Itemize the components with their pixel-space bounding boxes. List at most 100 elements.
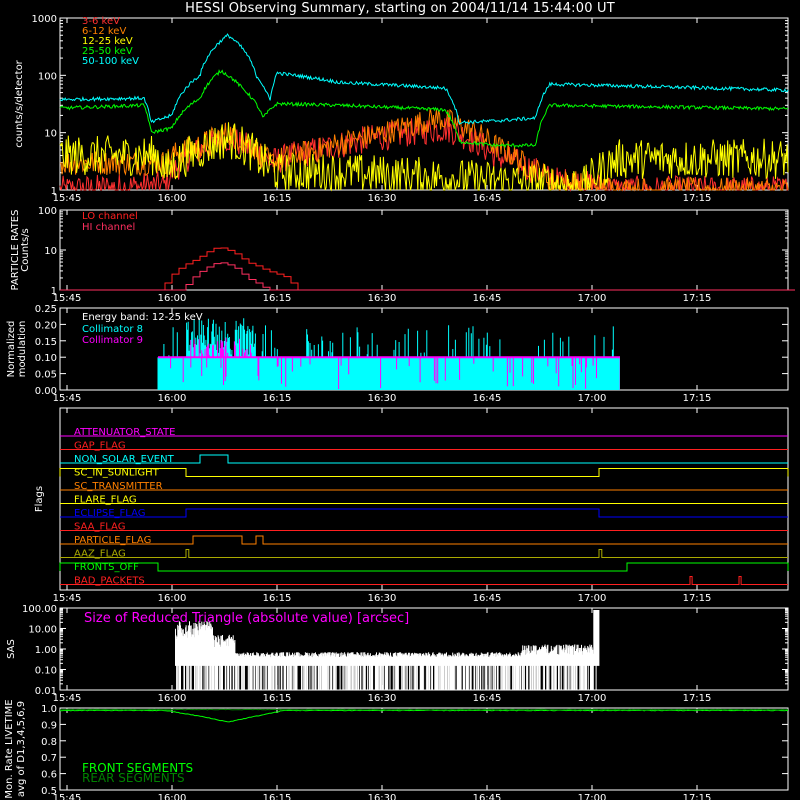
y-tick-label: 1.0 (41, 704, 57, 715)
y-axis-label: counts/s/detector (14, 59, 25, 147)
x-tick-label: 17:00 (578, 793, 607, 800)
legend-entry: REAR SEGMENTS (82, 771, 185, 785)
flag-label: SC_TRANSMITTER (74, 481, 163, 492)
series-line-50-100-kev (59, 33, 789, 125)
flag-line-aaz-flag (60, 549, 788, 558)
x-tick-label: 17:00 (578, 293, 607, 304)
sas-panel: 15:45 16:00 16:15 16:30 16:45 17:00 17:150.010… (6, 604, 789, 704)
x-tick-label: 16:00 (158, 693, 187, 704)
y-axis-label-2: Counts/s (20, 228, 31, 272)
flag-label: GAP_FLAG (74, 441, 126, 452)
x-tick-label: 16:00 (158, 593, 187, 604)
x-tick-label: 17:15 (683, 393, 712, 404)
x-tick-label: 16:45 (473, 193, 502, 204)
x-tick-label: 17:15 (683, 293, 712, 304)
sas-annotation: Size of Reduced Triangle (absolute value… (84, 611, 409, 626)
series-line-rear-segments (60, 708, 789, 711)
x-tick-label: 17:15 (683, 593, 712, 604)
livetime-panel: 15:45 16:00 16:15 16:30 16:45 17:00 17:150.50.… (4, 699, 789, 800)
x-tick-label: 16:30 (368, 593, 397, 604)
x-tick-label: 16:00 (158, 793, 187, 800)
legend-entry: LO channel (82, 211, 138, 222)
modulation-annotation: Energy band: 12-25 keV (82, 312, 203, 323)
counts-panel: 15:45 16:00 16:15 16:30 16:45 17:00 17:1511010… (14, 14, 789, 204)
x-tick-label: 16:30 (368, 193, 397, 204)
x-tick-label: 16:00 (158, 293, 187, 304)
flag-label: BAD_PACKETS (74, 576, 145, 587)
y-tick-label: 0.5 (41, 786, 57, 797)
x-tick-label: 15:45 (53, 593, 82, 604)
y-axis-label: Flags (34, 486, 45, 512)
x-tick-label: 16:30 (368, 793, 397, 800)
x-tick-label: 16:45 (473, 393, 502, 404)
y-tick-label: 100 (38, 206, 57, 217)
flag-label: PARTICLE_FLAG (74, 535, 151, 546)
flag-label: FRONTS_OFF (74, 562, 139, 573)
x-tick-label: 16:15 (263, 393, 292, 404)
flag-label: NON_SOLAR_EVENT (74, 454, 175, 465)
x-tick-label: 17:00 (578, 193, 607, 204)
y-tick-label: 100.00 (22, 604, 57, 615)
particle-panel: 15:45 16:00 16:15 16:30 16:45 17:00 17:1511010… (10, 206, 795, 304)
y-tick-label: 10 (44, 129, 57, 140)
y-tick-label: 1000 (32, 14, 57, 25)
collimator-8-bars (157, 318, 620, 390)
y-axis-label: Normalized (6, 321, 17, 378)
y-tick-label: 100 (38, 71, 57, 82)
x-tick-label: 16:15 (263, 293, 292, 304)
x-tick-label: 16:30 (368, 393, 397, 404)
x-tick-label: 16:15 (263, 193, 292, 204)
y-tick-label: 10 (44, 246, 57, 257)
x-tick-label: 17:00 (578, 693, 607, 704)
y-tick-label: 10.00 (28, 625, 57, 636)
y-tick-label: 0.8 (41, 737, 57, 748)
y-tick-label: 0.00 (35, 386, 57, 397)
flag-label: AAZ_FLAG (74, 549, 126, 560)
x-tick-label: 16:45 (473, 293, 502, 304)
legend-entry: 50-100 keV (82, 56, 139, 67)
x-tick-label: 16:15 (263, 593, 292, 604)
flag-line-sc-in-sunlight (59, 468, 789, 477)
y-tick-label: 0.7 (41, 753, 57, 764)
x-tick-label: 16:15 (263, 693, 292, 704)
x-tick-label: 17:15 (683, 793, 712, 800)
flag-line-fronts-off (59, 562, 789, 572)
y-tick-label: 0.6 (41, 770, 57, 781)
flag-label: ATTENUATOR_STATE (74, 427, 175, 438)
series-line-25-50-kev (59, 69, 789, 149)
flag-line-particle-flag (60, 535, 788, 545)
y-axis-label: Mon. Rate LIVETIME (4, 699, 15, 798)
y-tick-label: 0.05 (35, 370, 57, 381)
x-tick-label: 17:15 (683, 193, 712, 204)
x-tick-label: 16:45 (473, 693, 502, 704)
hessi-summary-chart: 15:45 16:00 16:15 16:30 16:45 17:00 17:1511010… (4, 14, 795, 800)
x-tick-label: 16:45 (473, 793, 502, 800)
y-axis-label-2: avg of D1,3,4,5,6,9 (16, 701, 27, 797)
y-tick-label: 0.10 (35, 353, 57, 364)
legend-entry: Collimator 8 (82, 324, 143, 335)
y-tick-label: 0.01 (35, 686, 57, 697)
x-tick-label: 17:00 (578, 593, 607, 604)
y-tick-label: 1 (51, 186, 57, 197)
x-tick-label: 16:30 (368, 693, 397, 704)
legend-entry: HI channel (82, 222, 135, 233)
x-tick-label: 16:15 (263, 793, 292, 800)
flag-line-eclipse-flag (60, 508, 788, 518)
y-tick-label: 0.9 (41, 720, 57, 731)
x-tick-label: 16:00 (158, 193, 187, 204)
flag-label: SC_IN_SUNLIGHT (74, 468, 160, 479)
modulation-panel: 15:45 16:00 16:15 16:30 16:45 17:00 17:150.000… (6, 304, 789, 404)
y-tick-label: 1.00 (35, 645, 57, 656)
particle-frame (59, 209, 789, 291)
x-tick-label: 17:15 (683, 693, 712, 704)
x-tick-label: 16:00 (158, 393, 187, 404)
y-tick-label: 1 (51, 286, 57, 297)
flag-label: FLARE_FLAG (74, 495, 137, 506)
flags-panel: 15:45 16:00 16:15 16:30 16:45 17:00 17:15 Flags… (34, 407, 789, 604)
y-tick-label: 0.20 (35, 320, 57, 331)
series-line-hi-channel (60, 262, 795, 291)
y-axis-label: SAS (6, 639, 17, 659)
y-tick-label: 0.15 (35, 337, 57, 348)
y-tick-label: 0.10 (35, 666, 57, 677)
series-line-front-segments (59, 709, 788, 723)
